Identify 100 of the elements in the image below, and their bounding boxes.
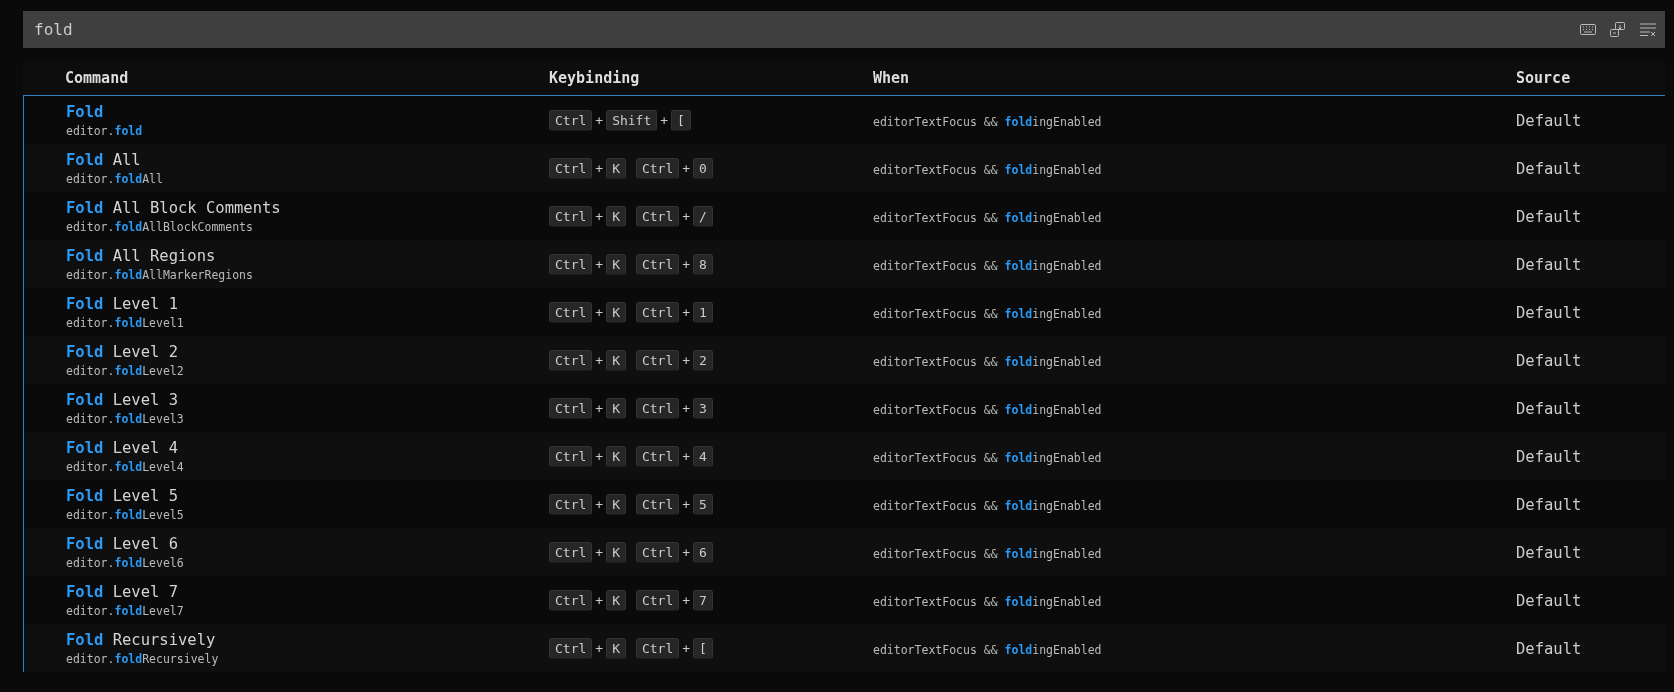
key-cap: Ctrl: [549, 397, 593, 419]
key-cap: Ctrl: [549, 301, 593, 323]
when-clause: editorTextFocus && foldingEnabled: [873, 354, 1102, 369]
key-cap: K: [606, 493, 626, 515]
command-id: editor.foldLevel5: [66, 507, 184, 522]
keybinding-row[interactable]: Fold All editor.foldAll Ctrl + K Ctrl + 0 editorTextFocus && foldingEnabled Default: [24, 144, 1665, 192]
key-cap: K: [606, 397, 626, 419]
when-clause: editorTextFocus && foldingEnabled: [873, 306, 1102, 321]
when-clause: editorTextFocus && foldingEnabled: [873, 642, 1102, 657]
record-keys-icon[interactable]: [1609, 21, 1626, 38]
key-cap: Ctrl: [635, 301, 680, 323]
key-cap: 4: [693, 445, 713, 467]
key-separator: +: [660, 112, 669, 128]
key-cap: Ctrl: [635, 205, 680, 227]
column-header: Command: [64, 69, 130, 87]
command-id: editor.foldAllMarkerRegions: [66, 267, 253, 282]
key-cap: Ctrl: [549, 205, 593, 227]
command-id: editor.foldLevel1: [66, 315, 184, 330]
command-id: editor.foldRecursively: [66, 651, 219, 666]
key-cap: Ctrl: [635, 397, 680, 419]
source-label: Default: [1516, 591, 1582, 610]
when-clause: editorTextFocus && foldingEnabled: [873, 210, 1102, 225]
key-separator: +: [682, 352, 691, 368]
key-cap: Ctrl: [549, 349, 593, 371]
key-separator: +: [595, 208, 604, 224]
key-separator: +: [682, 448, 691, 464]
key-cap: 0: [693, 157, 713, 179]
source-label: Default: [1516, 351, 1582, 370]
keybinding-row[interactable]: Fold Recursively editor.foldRecursively Ctrl + K Ctrl + [ editorTextFocus && foldingEnabled Default: [24, 624, 1665, 672]
command-id: editor.foldLevel2: [66, 363, 184, 378]
source-label: Default: [1516, 111, 1582, 130]
search-box[interactable]: fold: [23, 11, 1665, 48]
command-id: editor.foldAllBlockComments: [66, 219, 253, 234]
when-clause: editorTextFocus && foldingEnabled: [873, 546, 1102, 561]
when-clause: editorTextFocus && foldingEnabled: [873, 114, 1102, 129]
key-cap: Ctrl: [635, 541, 680, 563]
key-cap: Ctrl: [549, 541, 593, 563]
source-label: Default: [1516, 495, 1582, 514]
when-clause: editorTextFocus && foldingEnabled: [873, 162, 1102, 177]
key-separator: +: [682, 496, 691, 512]
key-separator: +: [595, 640, 604, 656]
source-label: Default: [1516, 543, 1582, 562]
key-cap: 5: [693, 493, 713, 515]
key-separator: +: [595, 160, 604, 176]
column-header: Keybinding: [549, 69, 641, 87]
source-label: Default: [1516, 639, 1582, 658]
key-separator: +: [595, 112, 604, 128]
key-separator: +: [682, 400, 691, 416]
search-input[interactable]: fold: [34, 20, 1580, 39]
key-cap: 7: [693, 589, 713, 611]
command-title: Fold Recursively: [66, 630, 216, 649]
key-cap: Ctrl: [549, 109, 593, 131]
command-id: editor.foldLevel7: [66, 603, 184, 618]
command-id: editor.foldLevel6: [66, 555, 184, 570]
keyboard-icon[interactable]: [1580, 24, 1596, 35]
key-separator: +: [682, 544, 691, 560]
key-separator: +: [595, 256, 604, 272]
key-separator: +: [682, 256, 691, 272]
key-cap: K: [606, 157, 626, 179]
keybinding-row[interactable]: Fold Level 4 editor.foldLevel4 Ctrl + K Ctrl + 4 editorTextFocus && foldingEnabled Default: [24, 432, 1665, 480]
command-title: Fold Level 7: [66, 582, 178, 601]
command-title: Fold Level 1: [66, 294, 178, 313]
when-clause: editorTextFocus && foldingEnabled: [873, 498, 1102, 513]
key-separator: +: [682, 304, 691, 320]
key-cap: /: [693, 205, 713, 227]
source-label: Default: [1516, 159, 1582, 178]
key-cap: Ctrl: [549, 253, 593, 275]
command-title: Fold Level 2: [66, 342, 178, 361]
command-title: Fold Level 3: [66, 390, 178, 409]
source-label: Default: [1516, 207, 1582, 226]
sort-clear-icon[interactable]: [1639, 22, 1657, 37]
when-clause: editorTextFocus && foldingEnabled: [873, 258, 1102, 273]
key-cap: K: [606, 253, 626, 275]
key-cap: [: [671, 109, 691, 131]
keybinding-row[interactable]: Fold Level 2 editor.foldLevel2 Ctrl + K Ctrl + 2 editorTextFocus && foldingEnabled Default: [24, 336, 1665, 384]
key-separator: +: [682, 592, 691, 608]
key-cap: Ctrl: [635, 445, 680, 467]
command-id: editor.foldLevel4: [66, 459, 184, 474]
when-clause: editorTextFocus && foldingEnabled: [873, 450, 1102, 465]
key-cap: Ctrl: [549, 637, 593, 659]
key-cap: K: [606, 349, 626, 371]
source-label: Default: [1516, 447, 1582, 466]
key-separator: +: [595, 304, 604, 320]
key-cap: K: [606, 541, 626, 563]
source-label: Default: [1516, 399, 1582, 418]
source-label: Default: [1516, 303, 1582, 322]
key-cap: Ctrl: [549, 157, 593, 179]
key-cap: K: [606, 301, 626, 323]
command-title: Fold: [66, 102, 104, 121]
key-cap: Ctrl: [635, 493, 680, 515]
keybinding-row[interactable]: Fold Level 6 editor.foldLevel6 Ctrl + K Ctrl + 6 editorTextFocus && foldingEnabled Default: [24, 528, 1665, 576]
command-title: Fold Level 6: [66, 534, 178, 553]
key-separator: +: [595, 448, 604, 464]
key-cap: 3: [693, 397, 713, 419]
command-id: editor.foldAll: [66, 171, 163, 186]
command-title: Fold All Regions: [66, 246, 216, 265]
keybinding-row[interactable]: Fold All Regions editor.foldAllMarkerRegions Ctrl + K Ctrl + 8 editorTextFocus && foldingEnabled Default: [24, 240, 1665, 288]
key-cap: 6: [693, 541, 713, 563]
key-cap: K: [606, 589, 626, 611]
key-cap: Ctrl: [549, 589, 593, 611]
